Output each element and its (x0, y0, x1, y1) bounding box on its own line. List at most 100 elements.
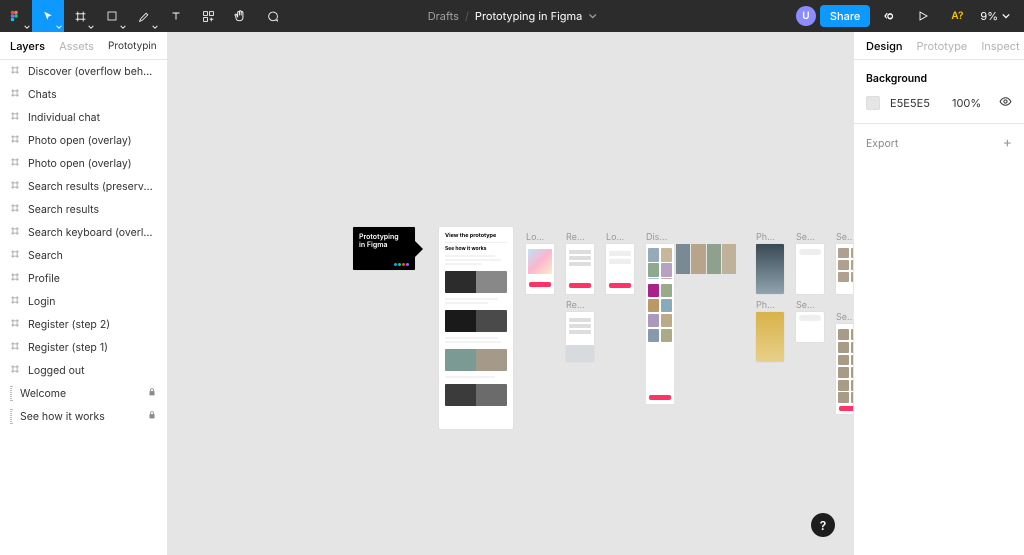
canvas-frame[interactable]: Se... (836, 244, 853, 294)
canvas-frame[interactable]: Se... (796, 312, 824, 342)
frame-label[interactable]: Se... (796, 300, 815, 311)
layer-label: Welcome (20, 387, 139, 400)
export-section: Export + (854, 124, 1024, 162)
layer-list: Discover (overflow behavior) ChatsIndivid… (0, 60, 167, 555)
layer-label: See how it works (20, 410, 139, 423)
shape-tool-button[interactable] (96, 0, 128, 32)
main-menu-button[interactable] (0, 0, 32, 32)
layer-item[interactable]: Search (0, 244, 167, 267)
share-button[interactable]: Share (820, 5, 870, 27)
toolbar-left (0, 0, 288, 32)
layer-item[interactable]: Discover (overflow behavior) (0, 60, 167, 83)
dev-mode-button[interactable] (874, 0, 904, 32)
canvas-frame[interactable]: Ph... (756, 244, 784, 294)
frame-icon (10, 180, 20, 193)
comment-tool-button[interactable] (256, 0, 288, 32)
canvas-frame[interactable]: Se... (836, 324, 853, 414)
frame-icon (10, 226, 20, 239)
frame-icon (10, 364, 20, 377)
frame-icon (10, 65, 20, 78)
tab-design[interactable]: Design (866, 39, 903, 53)
hand-tool-button[interactable] (224, 0, 256, 32)
resources-button[interactable] (192, 0, 224, 32)
canvas-frame[interactable]: Ph... (756, 312, 784, 362)
layer-item[interactable]: Chats (0, 83, 167, 106)
avatar[interactable]: U (796, 6, 816, 26)
page-selector[interactable]: Prototyping in ... (108, 40, 157, 52)
canvas-frame[interactable]: Se... (796, 244, 824, 294)
layer-label: Photo open (overlay) (28, 134, 157, 147)
left-panel: Layers Assets Prototyping in ... Discove… (0, 32, 168, 555)
background-title: Background (866, 72, 1012, 85)
canvas-frame[interactable]: Lo... (606, 244, 634, 294)
missing-fonts-button[interactable]: A? (942, 0, 972, 32)
zoom-control[interactable]: 9% (976, 9, 1014, 23)
layer-item[interactable]: Welcome (0, 382, 167, 405)
file-title[interactable]: Drafts / Prototyping in Figma (428, 0, 597, 32)
layer-item[interactable]: Search results (0, 198, 167, 221)
toolbar: Drafts / Prototyping in Figma U Share A?… (0, 0, 1024, 32)
frame-icon (10, 295, 20, 308)
frame-label[interactable]: Ph... (756, 300, 775, 311)
add-export-button[interactable]: + (1003, 136, 1012, 150)
layer-item[interactable]: Search results (preserve scroll po... (0, 175, 167, 198)
arrow-right-icon (415, 241, 423, 257)
tab-assets[interactable]: Assets (59, 39, 94, 53)
canvas-frame[interactable] (676, 244, 736, 274)
layer-label: Discover (overflow behavior) (28, 65, 157, 78)
component-icon (10, 410, 12, 423)
layer-item[interactable]: See how it works (0, 405, 167, 428)
chevron-down-icon[interactable] (588, 12, 596, 20)
breadcrumb-file[interactable]: Prototyping in Figma (475, 9, 582, 23)
canvas-frame[interactable]: Re... (566, 244, 594, 294)
layer-label: Register (step 2) (28, 318, 157, 331)
layer-item[interactable]: Individual chat (0, 106, 167, 129)
right-panel-tabs: Design Prototype Inspect (854, 32, 1024, 60)
layer-item[interactable]: Profile (0, 267, 167, 290)
layer-item[interactable]: Register (step 2) (0, 313, 167, 336)
figma-logo-icon (394, 263, 409, 266)
canvas-frame[interactable]: Lo... (526, 244, 554, 294)
background-hex[interactable]: E5E5E5 (890, 96, 942, 110)
frame-tool-button[interactable] (64, 0, 96, 32)
frame-label[interactable]: Lo... (606, 232, 624, 243)
layer-label: Register (step 1) (28, 341, 157, 354)
layer-item[interactable]: Photo open (overlay) (0, 152, 167, 175)
canvas[interactable]: Prototyping in Figma View the prototype … (168, 32, 853, 555)
move-tool-button[interactable] (32, 0, 64, 32)
help-button[interactable]: ? (811, 513, 835, 537)
background-swatch[interactable] (866, 96, 880, 110)
present-button[interactable] (908, 0, 938, 32)
pen-tool-button[interactable] (128, 0, 160, 32)
text-tool-button[interactable] (160, 0, 192, 32)
chevron-down-icon (1002, 12, 1010, 20)
frame-see-how-it-works[interactable]: View the prototype See how it works (439, 227, 513, 429)
canvas-frame[interactable] (646, 279, 674, 404)
frame-label[interactable]: Se... (836, 232, 853, 243)
layer-label: Search (28, 249, 157, 262)
background-opacity[interactable]: 100% (952, 96, 981, 110)
frame-welcome[interactable]: Prototyping in Figma (353, 227, 415, 270)
tab-prototype[interactable]: Prototype (917, 39, 968, 53)
layer-label: Logged out (28, 364, 157, 377)
frame-label[interactable]: Dis... (646, 232, 667, 243)
right-panel: Design Prototype Inspect Background E5E5… (853, 32, 1024, 555)
layer-item[interactable]: Register (step 1) (0, 336, 167, 359)
tab-layers[interactable]: Layers (10, 39, 45, 53)
layer-item[interactable]: Logged out (0, 359, 167, 382)
frame-label[interactable]: Lo... (526, 232, 544, 243)
layer-item[interactable]: Login (0, 290, 167, 313)
canvas-frame[interactable]: Re... (566, 312, 594, 362)
frame-label[interactable]: Se... (796, 232, 815, 243)
frame-label[interactable]: Ph... (756, 232, 775, 243)
frame-label[interactable]: Re... (566, 232, 585, 243)
frame-icon (10, 134, 20, 147)
frame-icon (10, 249, 20, 262)
frame-label[interactable]: Re... (566, 300, 585, 311)
breadcrumb-parent[interactable]: Drafts (428, 9, 459, 23)
layer-item[interactable]: Search keyboard (overlay) (0, 221, 167, 244)
frame-label[interactable]: Se... (836, 312, 853, 323)
layer-item[interactable]: Photo open (overlay) (0, 129, 167, 152)
tab-inspect[interactable]: Inspect (981, 39, 1019, 53)
visibility-toggle-icon[interactable] (999, 95, 1012, 111)
